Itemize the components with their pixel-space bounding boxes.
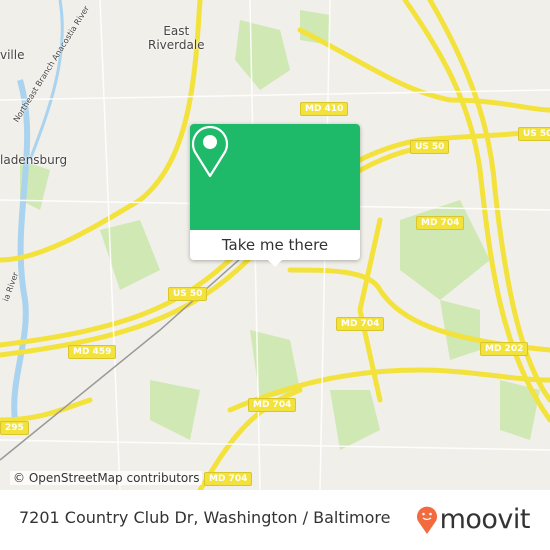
place-bladensburg: ladensburg [0, 153, 68, 167]
map[interactable]: East Riverdale ladensburg ville Northeast… [0, 0, 550, 490]
location-popup: Take me there [190, 124, 360, 267]
attribution[interactable]: © OpenStreetMap contributors [10, 471, 203, 485]
place-east-riverdale: East Riverdale [148, 24, 205, 52]
shield-us50: US 50 [518, 127, 550, 141]
shield-md410: MD 410 [300, 102, 349, 116]
shield-md704: MD 704 [336, 317, 385, 331]
shield-md202: MD 202 [480, 342, 529, 356]
place-hyattsville: ville [0, 48, 25, 62]
footer: 7201 Country Club Dr, Washington / Balti… [0, 490, 550, 550]
popup-header [190, 124, 360, 230]
moovit-pin-icon [416, 506, 437, 534]
popup-pointer [267, 259, 283, 267]
shield-md704: MD 704 [416, 216, 465, 230]
shield-md459: MD 459 [68, 345, 117, 359]
map-pin-icon [191, 125, 229, 178]
moovit-logo[interactable]: moovit [416, 504, 531, 535]
river [11, 79, 31, 421]
moovit-wordmark: moovit [439, 504, 531, 535]
address-title: 7201 Country Club Dr, Washington / Balti… [19, 508, 391, 527]
shield-us50: US 50 [168, 287, 208, 301]
shield-md704: MD 704 [248, 398, 297, 412]
shield-md704: MD 704 [204, 472, 253, 486]
take-me-there-button[interactable]: Take me there [190, 230, 360, 260]
shield-us50: US 50 [410, 140, 450, 154]
shield-295: 295 [0, 421, 29, 435]
